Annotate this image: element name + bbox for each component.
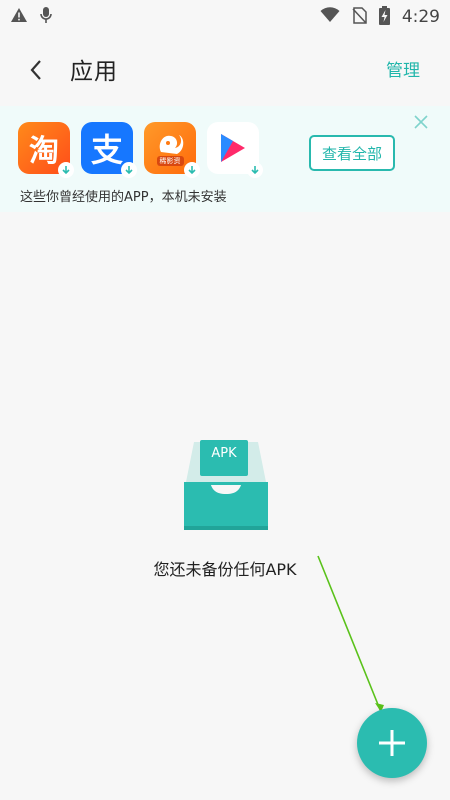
app-bar: 应用 管理 [0, 34, 450, 104]
add-backup-fab[interactable] [357, 708, 427, 778]
no-sim-icon [352, 6, 367, 28]
chevron-left-icon [30, 60, 41, 80]
empty-state-message: 您还未备份任何APK [153, 560, 297, 579]
download-icon [58, 162, 74, 178]
warning-icon [10, 7, 28, 27]
download-icon [184, 162, 200, 178]
plus-icon [379, 730, 405, 756]
apk-label: APK [211, 446, 237, 461]
banner-close-button[interactable] [414, 114, 432, 132]
app-icon-alipay[interactable]: 支 [81, 122, 137, 178]
app-icon-row: 淘 支 稀影资 [18, 122, 263, 178]
status-bar: 4:29 [0, 0, 450, 34]
page-title: 应用 [70, 59, 118, 85]
taobao-icon: 淘 [29, 134, 59, 169]
close-icon [414, 115, 428, 129]
clock-time: 4:29 [401, 7, 440, 27]
mic-icon [40, 6, 52, 28]
app-sub-label: 稀影资 [156, 156, 184, 166]
battery-charging-icon [378, 5, 390, 29]
back-button[interactable] [20, 54, 52, 86]
download-icon [121, 162, 137, 178]
wifi-icon [320, 7, 340, 27]
app-icon-video[interactable] [207, 122, 263, 178]
alipay-icon: 支 [90, 131, 123, 169]
empty-box-illustration: APK [180, 436, 272, 536]
uninstalled-apps-description: 这些你曾经使用的APP，本机未安装 [20, 190, 227, 205]
app-icon-taobao[interactable]: 淘 [18, 122, 74, 178]
app-backup-screen: 4:29 应用 管理 淘 支 稀影资 这些你曾经使用的APP，本机未安装 查看全… [0, 0, 450, 800]
manage-button[interactable]: 管理 [386, 56, 420, 81]
squirrel-icon [159, 135, 184, 154]
download-icon [247, 162, 263, 178]
video-play-icon [221, 134, 245, 162]
app-icon-uc-browser[interactable]: 稀影资 [144, 122, 200, 178]
view-all-button[interactable]: 查看全部 [309, 135, 395, 171]
